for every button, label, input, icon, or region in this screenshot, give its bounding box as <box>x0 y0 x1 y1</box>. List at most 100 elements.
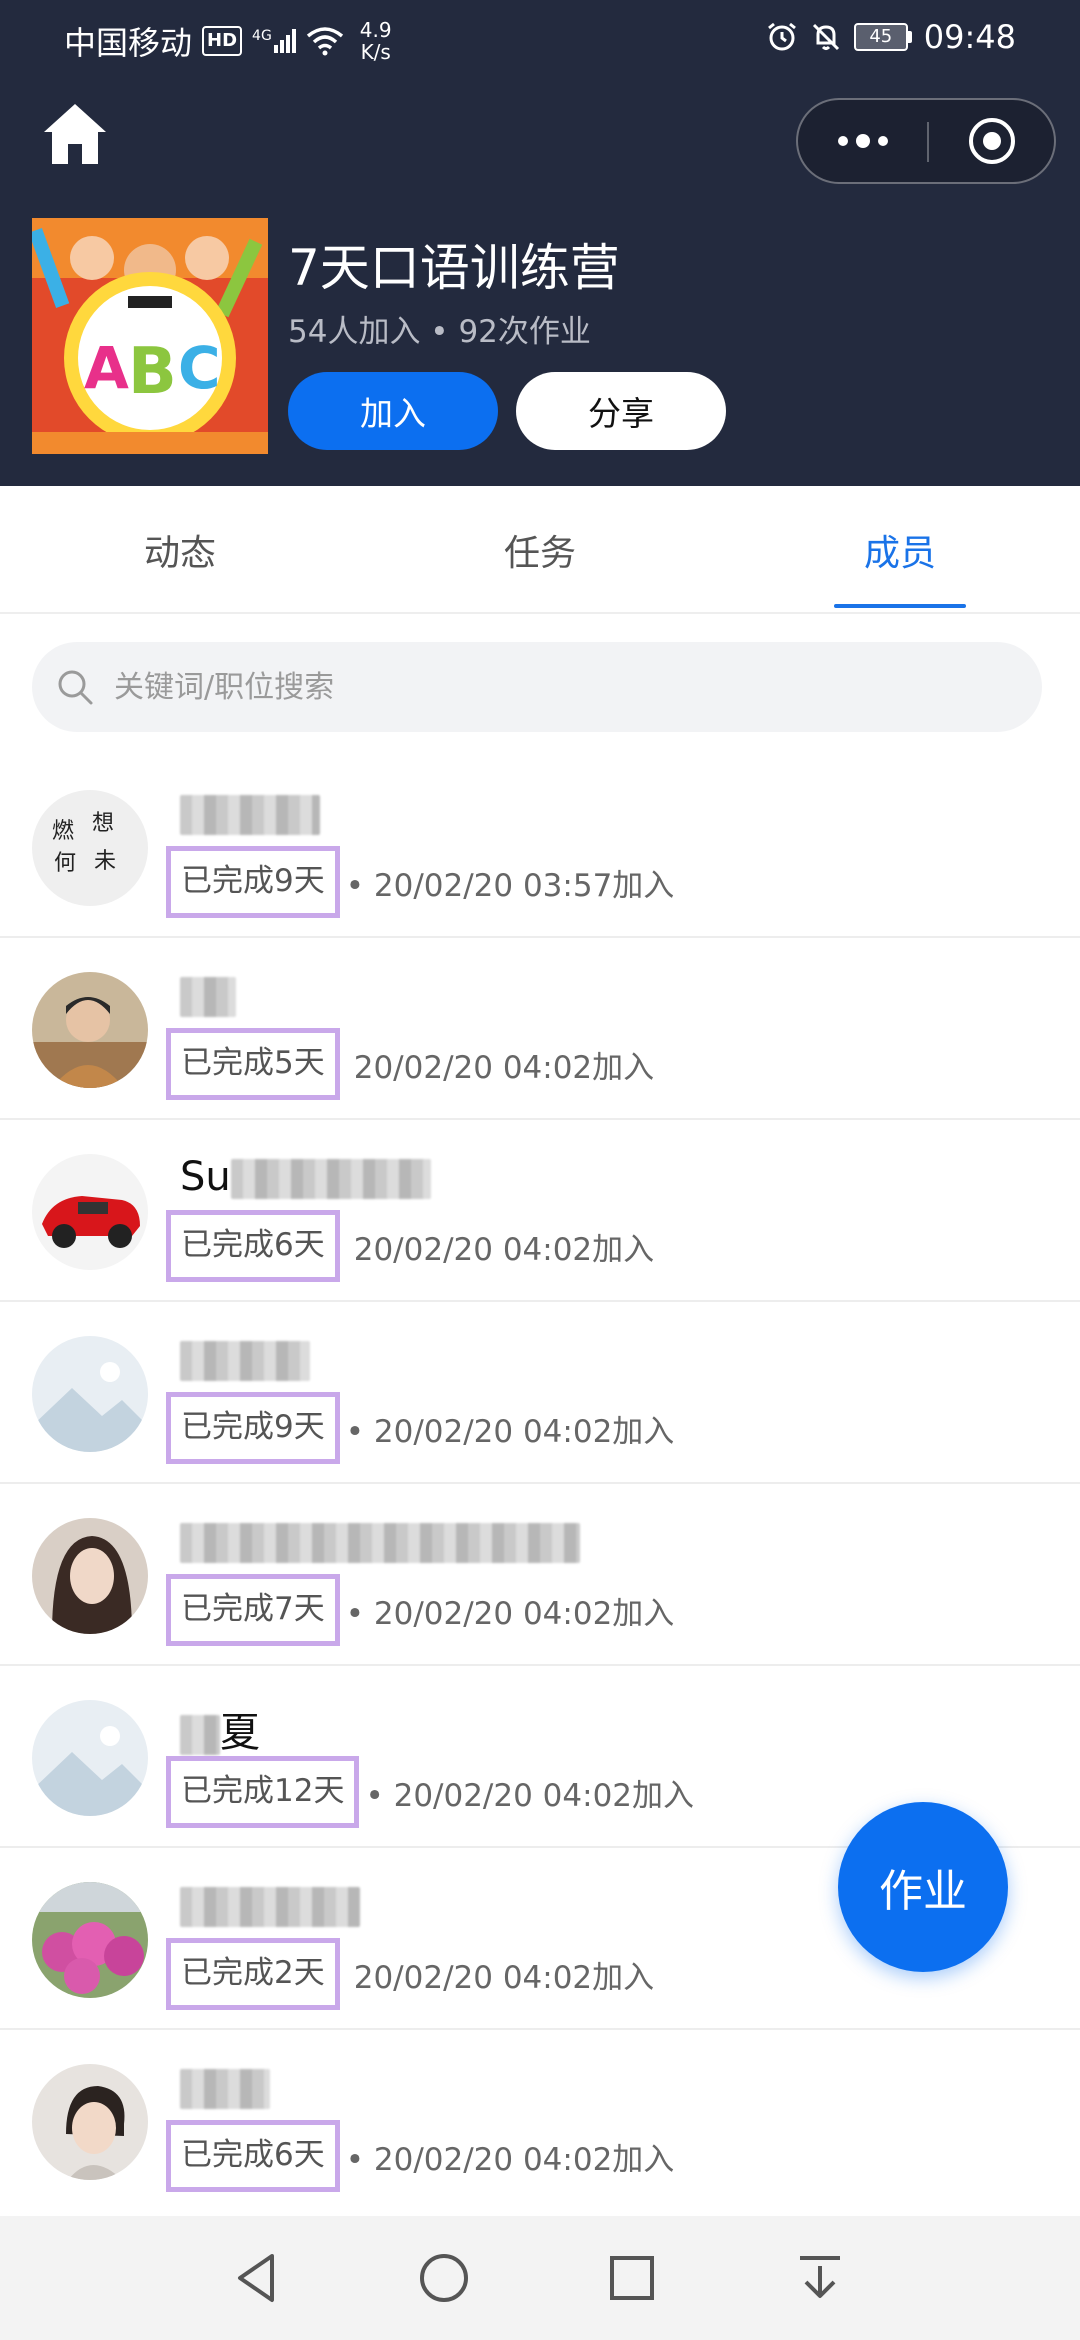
member-name <box>180 972 236 1018</box>
member-name-text: 夏 <box>220 1710 260 1756</box>
share-button[interactable]: 分享 <box>516 372 726 450</box>
svg-text:A: A <box>84 334 129 402</box>
alarm-icon <box>767 22 796 51</box>
battery-level: 45 <box>853 23 908 51</box>
svg-text:未: 未 <box>94 849 116 874</box>
member-meta: 已完成7天 • 20/02/20 04:02加入 <box>166 1574 674 1646</box>
member-name <box>180 2064 270 2110</box>
completed-days-badge: 已完成2天 <box>166 1938 340 2010</box>
joined-time: • 20/02/20 04:02加入 <box>345 2141 675 2178</box>
name-mosaic <box>180 2069 270 2109</box>
joined-time: 20/02/20 04:02加入 <box>353 1049 655 1086</box>
app-header: 中国移动 HD 4G 4.9 K/s 45 09:48 A B C 7天口语训练… <box>0 0 1080 486</box>
member-meta: 已完成5天 20/02/20 04:02加入 <box>166 1028 654 1100</box>
avatar <box>32 1154 148 1270</box>
name-mosaic <box>230 1159 431 1199</box>
joined-time: • 20/02/20 04:02加入 <box>365 1777 695 1814</box>
close-mini-program-button[interactable] <box>928 100 1056 182</box>
completed-days-badge: 已完成9天 <box>166 846 340 918</box>
camp-stats: 54人加入 • 92次作业 <box>288 314 591 350</box>
completed-days-badge: 已完成7天 <box>166 1574 340 1646</box>
wifi-icon <box>306 27 343 56</box>
target-close-icon <box>969 118 1015 164</box>
member-row[interactable]: 已完成5天 20/02/20 04:02加入 <box>0 938 1080 1120</box>
joined-time: • 20/02/20 03:57加入 <box>345 867 675 904</box>
member-meta: 已完成9天 • 20/02/20 03:57加入 <box>166 846 674 918</box>
member-meta: 已完成12天 • 20/02/20 04:02加入 <box>166 1756 694 1828</box>
member-row[interactable]: 燃 想 何 未 已完成9天 • 20/02/20 03:57加入 <box>0 756 1080 938</box>
back-icon <box>238 2254 274 2302</box>
member-row[interactable]: Su 已完成6天 20/02/20 04:02加入 <box>0 1120 1080 1302</box>
joined-time: 20/02/20 04:02加入 <box>353 1231 655 1268</box>
name-mosaic <box>180 1523 580 1563</box>
member-name: 夏 <box>180 1700 260 1758</box>
avatar <box>32 1518 148 1634</box>
tab-members[interactable]: 成员 <box>720 486 1080 614</box>
svg-text:想: 想 <box>92 811 114 836</box>
active-tab-indicator <box>834 604 966 608</box>
more-button[interactable] <box>798 100 928 182</box>
joined-time: • 20/02/20 04:02加入 <box>345 1595 675 1632</box>
avatar <box>32 2064 148 2180</box>
more-dots-icon <box>838 134 888 148</box>
name-mosaic <box>180 1887 360 1927</box>
recents-icon <box>610 2256 654 2300</box>
search-bar[interactable] <box>32 642 1042 732</box>
avatar <box>32 972 148 1088</box>
camp-title: 7天口语训练营 <box>288 239 620 297</box>
notification-pull-icon <box>800 2256 840 2298</box>
name-mosaic <box>180 1715 220 1755</box>
home-button[interactable] <box>40 100 110 170</box>
battery-icon: 45 <box>853 23 912 51</box>
member-name: Su <box>180 1154 431 1200</box>
nav-notification-button[interactable] <box>780 2238 860 2318</box>
completed-days-badge: 已完成12天 <box>166 1756 360 1828</box>
member-meta: 已完成9天 • 20/02/20 04:02加入 <box>166 1392 674 1464</box>
clock: 09:48 <box>923 18 1016 56</box>
name-mosaic <box>180 977 236 1017</box>
member-name <box>180 1882 360 1928</box>
tab-bar: 动态 任务 成员 <box>0 486 1080 614</box>
status-bar: 中国移动 HD 4G 4.9 K/s 45 09:48 <box>0 0 1080 80</box>
home-icon <box>44 104 106 164</box>
joined-time: • 20/02/20 04:02加入 <box>345 1413 675 1450</box>
avatar <box>32 1700 148 1816</box>
member-meta: 已完成6天 • 20/02/20 04:02加入 <box>166 2120 674 2192</box>
status-left: 中国移动 HD 4G 4.9 K/s <box>64 18 392 64</box>
search-icon <box>58 670 93 705</box>
network-speed: 4.9 K/s <box>360 19 392 63</box>
speed-unit: K/s <box>360 40 391 64</box>
nav-home-button[interactable] <box>404 2238 484 2318</box>
completed-days-badge: 已完成5天 <box>166 1028 340 1100</box>
signal-icon: 4G <box>252 29 296 53</box>
homework-fab[interactable]: 作业 <box>838 1802 1008 1972</box>
join-button[interactable]: 加入 <box>288 372 498 450</box>
tab-tasks[interactable]: 任务 <box>360 486 720 614</box>
member-name <box>180 1518 580 1564</box>
name-mosaic <box>180 1341 310 1381</box>
avatar: 燃 想 何 未 <box>32 790 148 906</box>
carrier-label: 中国移动 <box>64 24 193 62</box>
svg-text:C: C <box>178 334 221 402</box>
speed-value: 4.9 <box>359 18 392 42</box>
completed-days-badge: 已完成6天 <box>166 1210 340 1282</box>
member-name <box>180 790 320 836</box>
signal-type: 4G <box>252 28 272 44</box>
member-row[interactable]: 已完成7天 • 20/02/20 04:02加入 <box>0 1484 1080 1666</box>
status-right: 45 09:48 <box>766 18 1016 56</box>
tab-activity[interactable]: 动态 <box>0 486 360 614</box>
mute-bell-icon <box>812 23 839 51</box>
member-row[interactable]: 已完成9天 • 20/02/20 04:02加入 <box>0 1302 1080 1484</box>
member-name <box>180 1336 310 1382</box>
svg-text:B: B <box>128 335 177 409</box>
joined-time: 20/02/20 04:02加入 <box>353 1959 655 1996</box>
nav-recents-button[interactable] <box>592 2238 672 2318</box>
member-row[interactable]: 已完成6天 • 20/02/20 04:02加入 <box>0 2030 1080 2212</box>
mini-program-capsule <box>796 98 1056 184</box>
avatar <box>32 1336 148 1452</box>
member-meta: 已完成2天 20/02/20 04:02加入 <box>166 1938 654 2010</box>
hd-badge: HD <box>202 26 243 56</box>
nav-back-button[interactable] <box>216 2238 296 2318</box>
search-input[interactable] <box>114 642 994 732</box>
name-mosaic <box>180 795 320 835</box>
